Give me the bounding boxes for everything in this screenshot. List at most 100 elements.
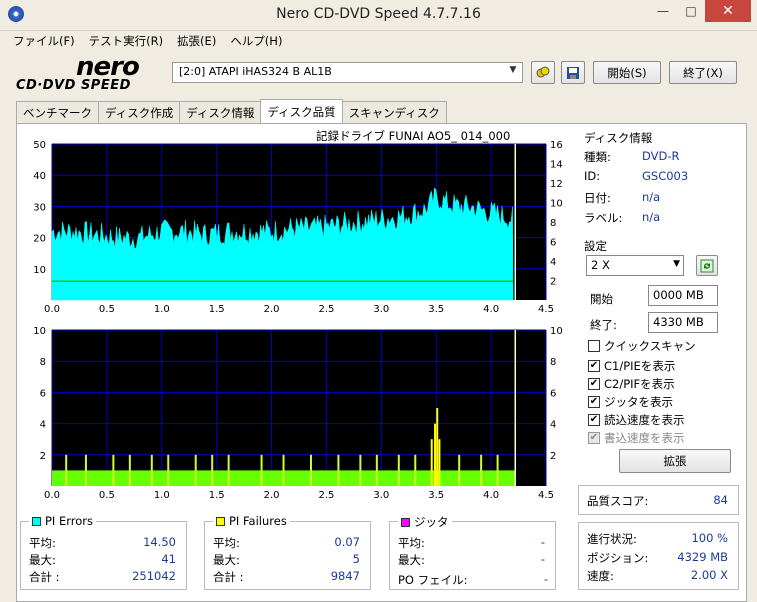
- y-right-tick-label: 10: [550, 199, 563, 210]
- tab-strip: ベンチマーク ディスク作成 ディスク情報 ディスク品質 スキャンディスク: [16, 99, 447, 123]
- jitter-max-row: 最大: -: [398, 552, 545, 568]
- jitter-avg-value: -: [540, 535, 545, 549]
- y-right-tick-label: 12: [550, 179, 563, 190]
- drive-select[interactable]: [2:0] ATAPI iHAS324 B AL1B ▼: [172, 62, 523, 83]
- jitter-avg-label: 平均:: [398, 536, 425, 550]
- y-right-tick-label: 6: [550, 388, 556, 399]
- pif-spike-bar: [128, 454, 131, 486]
- exit-button[interactable]: 終了(X): [669, 61, 737, 84]
- checkmark-icon: ✔: [588, 378, 600, 390]
- pi-failures-avg-row: 平均: 0.07: [213, 535, 360, 551]
- pi-errors-max-row: 最大: 41: [29, 552, 176, 568]
- progress-position-value: 4329 MB: [677, 550, 728, 564]
- pi-errors-total-value: 251042: [132, 569, 176, 583]
- checkbox-box: [588, 340, 600, 352]
- close-button[interactable]: ✕: [705, 0, 751, 22]
- pif-spike-bar: [227, 454, 230, 486]
- pi-failures-swatch: [216, 516, 225, 526]
- pi-errors-avg-value: 14.50: [143, 535, 176, 549]
- x-tick-label: 0.0: [44, 490, 60, 501]
- show-pie-checkbox[interactable]: ✔ C1/PIEを表示: [588, 358, 675, 374]
- quick-scan-label: クイックスキャン: [604, 339, 696, 353]
- y-left-tick-label: 2: [40, 451, 46, 462]
- pif-spike-bar: [458, 454, 461, 486]
- window-title: Nero CD-DVD Speed 4.7.7.16: [276, 6, 481, 22]
- checkmark-icon: ✔: [588, 432, 600, 444]
- start-mb-input[interactable]: 0000 MB: [648, 285, 718, 306]
- tab-scan-disc[interactable]: スキャンディスク: [341, 101, 447, 123]
- y-right-tick-label: 4: [550, 257, 556, 268]
- show-read-speed-checkbox[interactable]: ✔ 読込速度を表示: [588, 412, 685, 428]
- x-tick-label: 4.5: [538, 304, 554, 315]
- disc-id-row: ID: GSC003: [584, 169, 688, 183]
- show-jitter-label: ジッタを表示: [604, 395, 673, 409]
- checkmark-icon: ✔: [588, 360, 600, 372]
- disc-type-row: 種類: DVD-R: [584, 149, 680, 165]
- progress-speed-row: 速度: 2.00 X: [587, 568, 728, 584]
- pi-errors-title-text: PI Errors: [45, 514, 94, 528]
- jitter-avg-row: 平均: -: [398, 535, 545, 551]
- checkmark-icon: ✔: [588, 396, 600, 408]
- end-mb-label: 終了:: [590, 318, 617, 332]
- y-left-tick-label: 10: [33, 265, 46, 276]
- pif-spike-bar: [375, 454, 378, 486]
- y-left-tick-label: 30: [33, 202, 46, 213]
- tab-disc-quality[interactable]: ディスク品質: [260, 99, 343, 123]
- pi-failures-title: PI Failures: [213, 514, 290, 528]
- tab-disc-info[interactable]: ディスク情報: [179, 101, 262, 123]
- x-tick-label: 1.0: [154, 304, 170, 315]
- quick-scan-checkbox[interactable]: クイックスキャン: [588, 338, 696, 354]
- refresh-button[interactable]: [696, 255, 718, 276]
- tab-create-disc[interactable]: ディスク作成: [98, 101, 181, 123]
- pif-spike-bar: [438, 439, 441, 486]
- pif-chart: 0.0 0.5 1.0 1.5 2.0 2.5 3.0 3.5 4.0 4.5 10 8 6 4 2 10 8 6…: [33, 326, 562, 501]
- maximize-button[interactable]: □: [677, 0, 705, 22]
- drive-select-value: [2:0] ATAPI iHAS324 B AL1B: [179, 65, 332, 78]
- start-button[interactable]: 開始(S): [593, 61, 661, 84]
- disc-id-value: GSC003: [642, 169, 689, 183]
- pif-spike-bar: [430, 439, 433, 486]
- show-jitter-checkbox[interactable]: ✔ ジッタを表示: [588, 394, 673, 410]
- jitter-max-label: 最大:: [398, 553, 425, 567]
- minimize-button[interactable]: —: [649, 0, 677, 22]
- x-tick-label: 4.0: [483, 490, 499, 501]
- pif-spike-bar: [260, 454, 263, 486]
- x-tick-label: 3.5: [428, 490, 444, 501]
- menu-run[interactable]: テスト実行(R): [82, 31, 170, 50]
- menu-extensions[interactable]: 拡張(E): [170, 31, 223, 50]
- po-fail-row: PO フェイル: -: [398, 572, 548, 588]
- eject-button[interactable]: [531, 61, 555, 84]
- pi-failures-max-label: 最大:: [213, 553, 240, 567]
- advanced-button[interactable]: 拡張: [619, 449, 731, 473]
- show-write-speed-checkbox: ✔ 書込速度を表示: [588, 430, 685, 446]
- jitter-swatch: [401, 517, 410, 527]
- pi-errors-box: PI Errors 平均: 14.50 最大: 41 合計 : 251042: [20, 514, 187, 590]
- pi-errors-max-label: 最大:: [29, 553, 56, 567]
- show-pif-checkbox[interactable]: ✔ C2/PIFを表示: [588, 376, 675, 392]
- pif-spike-bar: [167, 454, 170, 486]
- pif-spike-bar: [84, 454, 87, 486]
- end-mb-input[interactable]: 4330 MB: [648, 312, 718, 333]
- menu-help[interactable]: ヘルプ(H): [223, 31, 289, 50]
- menu-file[interactable]: ファイル(F): [6, 31, 82, 50]
- progress-position-label: ポジション:: [587, 551, 649, 565]
- pi-failures-total-value: 9847: [330, 569, 360, 583]
- save-button[interactable]: [561, 61, 585, 84]
- x-tick-label: 0.5: [99, 304, 115, 315]
- show-pif-label: C2/PIFを表示: [604, 377, 675, 391]
- pif-spike-bar: [414, 454, 417, 486]
- plot-background: [52, 330, 546, 486]
- progress-status-row: 進行状況: 100 %: [587, 531, 728, 547]
- speed-select[interactable]: 2 X ▼: [586, 255, 684, 276]
- y-left-tick-label: 6: [40, 388, 46, 399]
- pi-errors-swatch: [32, 516, 41, 526]
- tab-benchmark[interactable]: ベンチマーク: [16, 101, 99, 123]
- x-tick-label: 2.5: [318, 304, 334, 315]
- show-pie-label: C1/PIEを表示: [604, 359, 676, 373]
- pi-errors-avg-label: 平均:: [29, 536, 56, 550]
- quality-score-value: 84: [713, 493, 728, 507]
- progress-status-value: 100 %: [691, 531, 728, 545]
- disc-date-label: 日付:: [584, 191, 611, 205]
- pie-chart: 0.0 0.5 1.0 1.5 2.0 2.5 3.0 3.5 4.0 4.5 50 40 30 20 10…: [33, 140, 563, 315]
- quality-score-row: 品質スコア: 84: [587, 493, 728, 509]
